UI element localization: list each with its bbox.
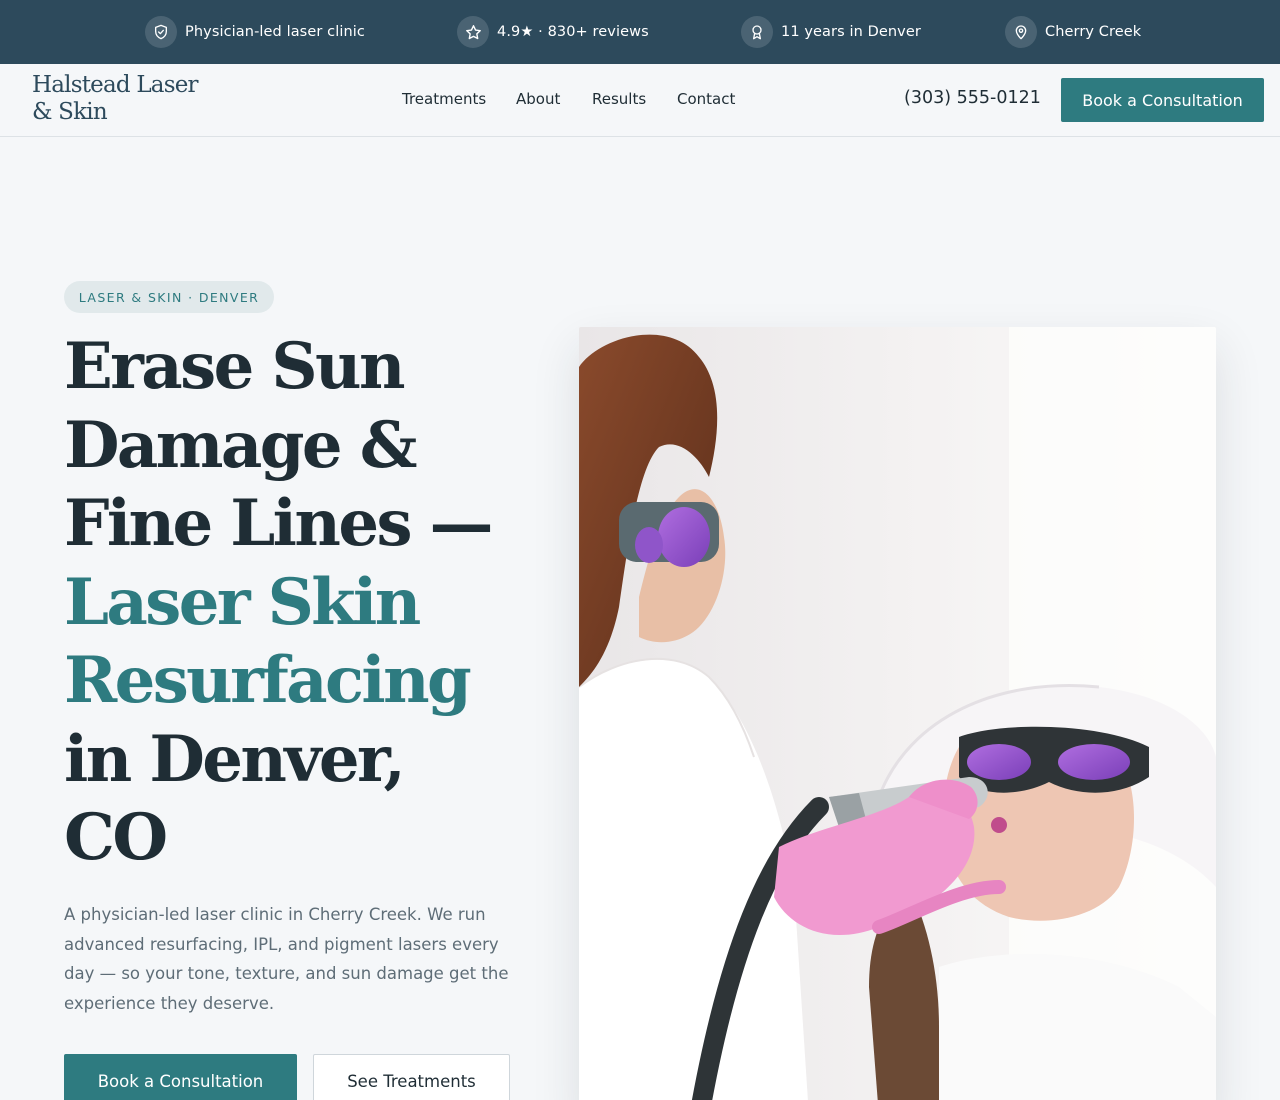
nav-contact[interactable]: Contact	[677, 90, 735, 110]
hero-title-line: Fine Lines —	[64, 486, 494, 561]
trust-item-reviews: 4.9★ · 830+ reviews	[457, 16, 649, 48]
star-icon	[457, 16, 489, 48]
trust-bar: Physician-led laser clinic 4.9★ · 830+ r…	[0, 0, 1280, 64]
hero-title-accent-line: Laser Skin	[64, 564, 421, 640]
hero-title-accent-line: Resurfacing	[64, 643, 472, 718]
see-treatments-button[interactable]: See Treatments	[313, 1054, 510, 1100]
hero-badge: LASER & SKIN · DENVER	[64, 281, 274, 313]
trust-item-label: 11 years in Denver	[781, 24, 921, 40]
nav-about[interactable]: About	[516, 90, 560, 110]
hero-book-consultation-button[interactable]: Book a Consultation	[64, 1054, 297, 1100]
hero-title-line: CO	[64, 800, 168, 875]
award-icon	[741, 16, 773, 48]
trust-item-years: 11 years in Denver	[741, 16, 921, 48]
book-consultation-button[interactable]: Book a Consultation	[1061, 78, 1264, 122]
logo[interactable]: Halstead Laser & Skin	[32, 72, 222, 126]
hero-title-line: Damage &	[64, 407, 417, 483]
trust-item-label: Physician-led laser clinic	[185, 24, 365, 40]
phone-link[interactable]: (303) 555-0121	[904, 88, 1041, 108]
map-pin-icon	[1005, 16, 1037, 48]
nav-results[interactable]: Results	[592, 90, 646, 110]
hero-title-line: in Denver,	[64, 721, 406, 797]
trust-item-label: Cherry Creek	[1045, 24, 1142, 40]
site-header: Halstead Laser & Skin Treatments About R…	[0, 64, 1280, 137]
hero-description: A physician-led laser clinic in Cherry C…	[64, 905, 509, 1013]
nav-treatments[interactable]: Treatments	[402, 90, 486, 110]
hero-title-line: Erase Sun	[64, 329, 405, 404]
hero-photo	[579, 327, 1216, 1100]
trust-item-physician: Physician-led laser clinic	[145, 16, 365, 48]
trust-item-label: 4.9★ · 830+ reviews	[497, 24, 649, 40]
hero-title: Erase Sun Damage & Fine Lines — Laser Sk…	[64, 328, 544, 878]
shield-check-icon	[145, 16, 177, 48]
trust-item-location: Cherry Creek	[1005, 16, 1141, 48]
